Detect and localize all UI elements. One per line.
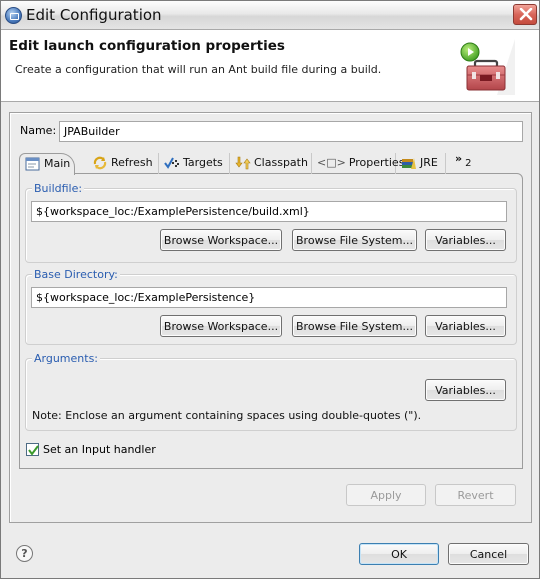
tab-main-label: Main (44, 157, 71, 170)
window-title: Edit Configuration (26, 6, 162, 24)
properties-icon: <□> (317, 156, 346, 169)
main-tab-icon (25, 157, 41, 171)
close-icon (519, 8, 533, 21)
ant-toolbox-run-icon (460, 39, 515, 95)
title-bar[interactable]: Edit Configuration (1, 1, 539, 30)
base-directory-input[interactable]: ${workspace_loc:/ExamplePersistence} (31, 287, 507, 308)
arguments-note: Note: Enclose an argument containing spa… (32, 409, 422, 422)
base-directory-group-label: Base Directory: (32, 268, 120, 281)
tab-targets[interactable]: Targets (159, 153, 230, 174)
revert-button[interactable]: Revert (435, 484, 516, 506)
tab-strip: Main Refresh Targets Classpath <□> Prope… (19, 153, 523, 175)
dialog-header: Edit launch configuration properties Cre… (1, 30, 539, 102)
jre-icon (401, 156, 417, 170)
edit-configuration-dialog: Edit Configuration Edit launch configura… (0, 0, 540, 579)
tab-classpath-label: Classpath (254, 156, 308, 169)
arguments-group-label: Arguments: (32, 352, 101, 365)
tab-refresh-label: Refresh (111, 156, 153, 169)
buildfile-input[interactable]: ${workspace_loc:/ExamplePersistence/buil… (31, 201, 507, 222)
tab-overflow[interactable]: » 2 (450, 153, 480, 174)
overflow-chevron-icon: » (455, 152, 463, 165)
header-title: Edit launch configuration properties (9, 38, 285, 54)
tab-jre-label: JRE (420, 156, 438, 169)
base-directory-variables-button[interactable]: Variables... (425, 315, 506, 337)
close-button[interactable] (513, 4, 537, 25)
tab-refresh[interactable]: Refresh (87, 153, 159, 174)
input-handler-checkbox[interactable] (26, 443, 39, 456)
buildfile-group-label: Buildfile: (32, 182, 85, 195)
buildfile-group: Buildfile: (25, 182, 517, 263)
apply-button[interactable]: Apply (346, 484, 426, 506)
buildfile-browse-workspace-button[interactable]: Browse Workspace... (160, 229, 282, 251)
targets-icon (164, 156, 180, 170)
name-input[interactable]: JPABuilder (59, 121, 523, 142)
buildfile-variables-button[interactable]: Variables... (425, 229, 506, 251)
tab-targets-label: Targets (183, 156, 223, 169)
check-icon (28, 445, 39, 456)
input-handler-label[interactable]: Set an Input handler (43, 443, 156, 456)
tab-jre[interactable]: JRE (396, 153, 446, 174)
buildfile-browse-file-system-button[interactable]: Browse File System... (292, 229, 417, 251)
base-directory-browse-file-system-button[interactable]: Browse File System... (292, 315, 417, 337)
name-label: Name: (20, 124, 57, 137)
cancel-button[interactable]: Cancel (448, 543, 529, 565)
tab-main[interactable]: Main (19, 153, 75, 175)
refresh-icon (92, 156, 108, 170)
tab-properties[interactable]: <□> Properties (312, 153, 404, 174)
ok-button[interactable]: OK (359, 543, 439, 565)
header-subtitle: Create a configuration that will run an … (15, 63, 382, 76)
base-directory-browse-workspace-button[interactable]: Browse Workspace... (160, 315, 282, 337)
tab-overflow-count: 2 (465, 158, 472, 169)
classpath-icon (235, 156, 251, 170)
eclipse-app-icon (5, 7, 22, 24)
tab-classpath[interactable]: Classpath (230, 153, 312, 174)
arguments-variables-button[interactable]: Variables... (425, 379, 506, 401)
help-icon[interactable]: ? (16, 545, 33, 562)
